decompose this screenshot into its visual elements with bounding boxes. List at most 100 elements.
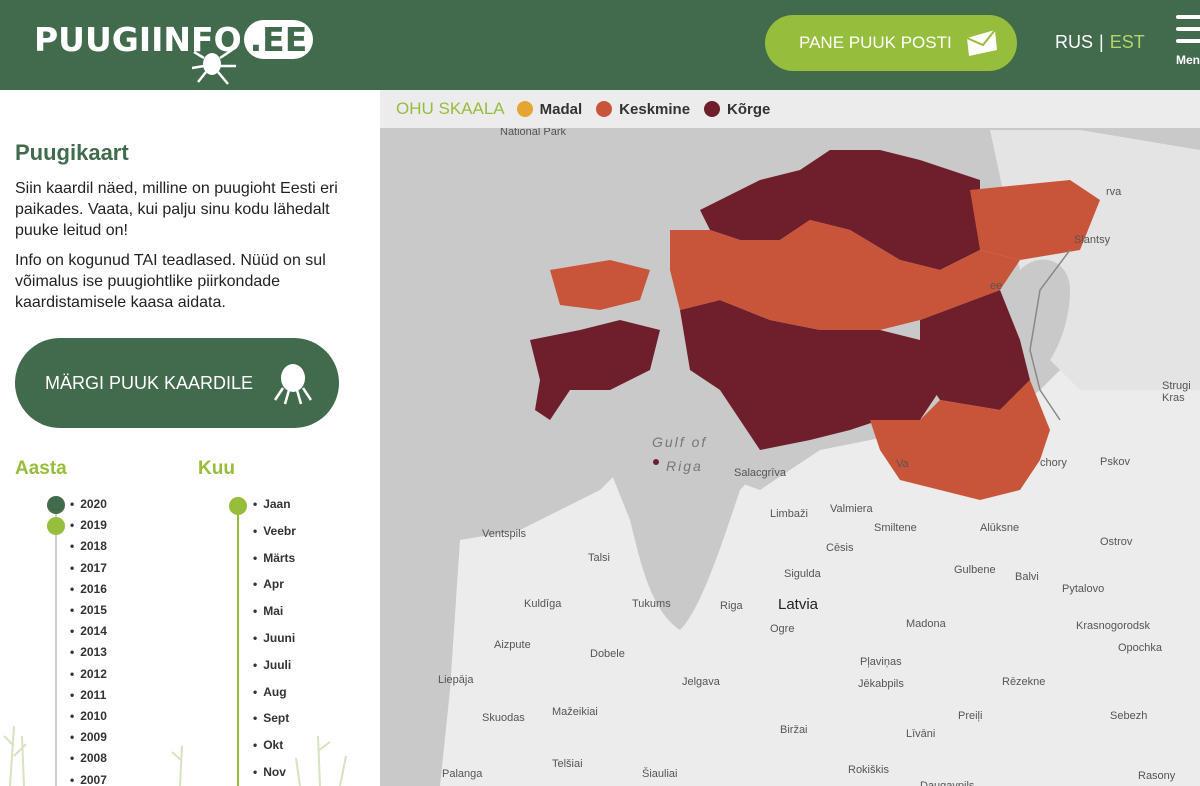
map-label-chory: chory <box>1040 457 1067 469</box>
map-label-strugi: Strugi Kras <box>1162 380 1191 404</box>
map-label-slantsy: Slantsy <box>1074 234 1111 246</box>
month-item-juuli[interactable]: Juuli <box>253 658 291 672</box>
legend-label-high: Kõrge <box>727 100 771 118</box>
menu-icon-bar <box>1176 15 1200 19</box>
month-item-nov[interactable]: Nov <box>253 765 286 779</box>
lang-rus-link[interactable]: RUS <box>1055 32 1093 52</box>
year-item-2015[interactable]: 2015 <box>70 603 107 617</box>
map-label-gulbene: Gulbene <box>954 564 996 576</box>
menu-button[interactable]: Menu <box>1176 15 1200 67</box>
map-label-dobele: Dobele <box>590 648 625 660</box>
year-selected-dot <box>47 496 65 514</box>
legend-label-low: Madal <box>539 100 583 118</box>
page-title: Puugikaart <box>15 140 129 165</box>
year-item-2012[interactable]: 2012 <box>70 667 107 681</box>
map-label-ogre: Ogre <box>770 623 795 635</box>
month-selected-dot <box>229 497 247 515</box>
year-item-2009[interactable]: 2009 <box>70 730 107 744</box>
map-label-preili: Preiļi <box>958 710 983 722</box>
menu-label: Menu <box>1176 53 1200 67</box>
map-label-riga: Riga <box>720 600 743 612</box>
logo-ee: .EE <box>243 20 314 59</box>
year-title: Aasta <box>15 458 67 479</box>
legend-swatch-low <box>516 101 533 117</box>
map-label-daugavpils: Daugavpils <box>920 780 975 786</box>
map-label-cesis: Cēsis <box>826 542 854 554</box>
grass-decoration <box>3 725 347 786</box>
site-logo[interactable]: PUUGIINFO .EE <box>34 20 314 59</box>
map-label-rokiskis: Rokiškis <box>848 764 889 776</box>
month-timeline-line <box>237 506 239 786</box>
map-label-tukums: Tukums <box>632 598 671 610</box>
mark-tick-on-map-button[interactable]: MÄRGI PUUK KAARDILE <box>15 338 339 428</box>
legend-item-high: Kõrge <box>704 101 770 118</box>
map-label-palanga: Palanga <box>442 768 483 780</box>
map-label-kuldiga: Kuldīga <box>524 598 562 610</box>
year-item-2008[interactable]: 2008 <box>70 751 107 765</box>
year-item-2013[interactable]: 2013 <box>70 645 107 659</box>
legend-item-medium: Keskmine <box>596 101 690 118</box>
year-item-2011[interactable]: 2011 <box>70 688 106 702</box>
mark-tick-label: MÄRGI PUUK KAARDILE <box>45 372 254 393</box>
language-switcher: RUS | EST <box>1055 32 1145 53</box>
map-label-mazeikiai: Mažeikiai <box>552 706 598 718</box>
map-label-ostrov: Ostrov <box>1100 536 1133 548</box>
map-label-pytalovo: Pytalovo <box>1062 583 1105 595</box>
tick-icon <box>192 48 236 85</box>
map-label-madona: Madona <box>906 618 946 630</box>
year-item-2017[interactable]: 2017 <box>70 561 107 575</box>
month-item-apr[interactable]: Apr <box>253 577 284 591</box>
month-item-aug[interactable]: Aug <box>253 685 286 699</box>
map-label-liepaja: Liepāja <box>438 674 474 686</box>
site-header: PUUGIINFO .EE PANE PUUK POSTI RUS | EST Men… <box>0 0 1200 90</box>
post-tick-label: PANE PUUK POSTI <box>799 33 952 52</box>
year-item-2010[interactable]: 2010 <box>70 709 107 723</box>
month-title: Kuu <box>198 458 235 479</box>
month-item-sept[interactable]: Sept <box>253 711 289 725</box>
tick-map[interactable]: OHU SKAALA Madal Keskmine Kõrge National… <box>380 90 1200 786</box>
month-item-juuni[interactable]: Juuni <box>253 631 295 645</box>
danger-scale-legend: OHU SKAALA Madal Keskmine Kõrge <box>380 90 1200 128</box>
map-label-rezekne: Rēzekne <box>1002 676 1046 688</box>
region-ruhnu[interactable] <box>653 459 659 465</box>
map-label-limbazi: Limbaži <box>770 508 808 520</box>
map-label-telsiai: Telšiai <box>552 758 583 770</box>
month-item-mai[interactable]: Mai <box>253 604 283 618</box>
year-item-2016[interactable]: 2016 <box>70 582 107 596</box>
month-item-okt[interactable]: Okt <box>253 738 283 752</box>
map-label-valmiera: Valmiera <box>830 503 873 515</box>
map-label-siauliai: Šiauliai <box>642 768 678 780</box>
map-label-balvi: Balvi <box>1015 571 1039 583</box>
map-label-pskov: Pskov <box>1100 456 1130 468</box>
map-label-krasnogorodsk: Krasnogorodsk <box>1076 620 1150 632</box>
map-label-birzai: Biržai <box>780 724 808 736</box>
map-label-skuodas: Skuodas <box>482 712 525 724</box>
map-label-jekabpils: Jēkabpils <box>858 678 904 690</box>
month-item-jaan[interactable]: Jaan <box>253 497 290 511</box>
year-item-2018[interactable]: 2018 <box>70 539 107 553</box>
description-paragraph-2: Info on kogunud TAI teadlased. Nüüd on s… <box>15 252 326 311</box>
map-label-rasony: Rasony <box>1138 770 1176 782</box>
map-label-plavinas: Pļaviņas <box>860 656 902 668</box>
year-selected-dot-secondary <box>47 517 65 535</box>
month-item-märts[interactable]: Märts <box>253 551 295 565</box>
map-label-narva: rva <box>1106 186 1122 198</box>
post-tick-button[interactable]: PANE PUUK POSTI <box>765 15 1017 71</box>
year-item-2019[interactable]: 2019 <box>70 518 107 532</box>
map-label-aluksne: Alūksne <box>980 522 1020 534</box>
year-item-2014[interactable]: 2014 <box>70 624 107 638</box>
legend-title: OHU SKAALA <box>396 99 505 118</box>
map-label-smiltene: Smiltene <box>874 522 917 534</box>
map-label-opochka: Opochka <box>1118 642 1163 654</box>
month-item-veebr[interactable]: Veebr <box>253 524 296 538</box>
map-label-aizpute: Aizpute <box>494 639 531 651</box>
region-ida-viru[interactable] <box>970 180 1100 260</box>
menu-icon-bar <box>1176 39 1200 43</box>
map-label-salacgriva: Salacgrīva <box>734 467 786 479</box>
legend-swatch-medium <box>596 101 613 117</box>
year-item-2007[interactable]: 2007 <box>70 773 107 786</box>
map-label-livani: Līvāni <box>906 728 936 740</box>
year-item-2020[interactable]: 2020 <box>70 497 107 511</box>
tick-icon <box>273 364 313 405</box>
lang-est-link[interactable]: EST <box>1110 32 1145 52</box>
